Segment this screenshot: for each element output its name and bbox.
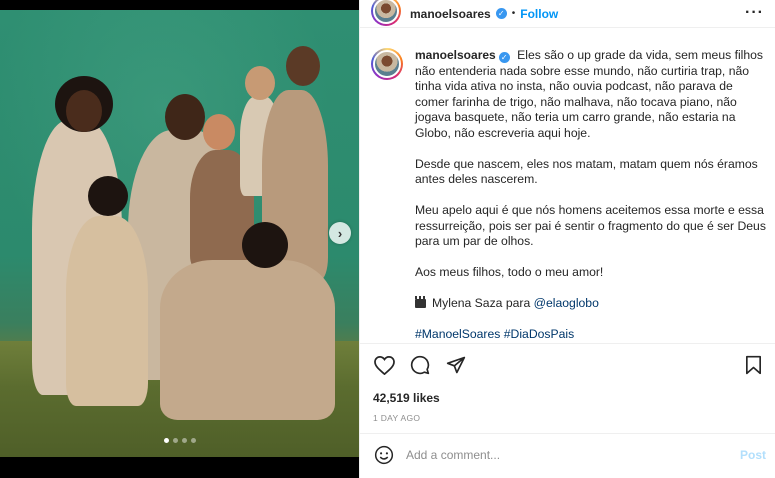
share-button[interactable]	[445, 354, 467, 376]
header-separator: •	[511, 8, 516, 19]
photo-credit: Mylena Saza para @elaoglobo	[415, 296, 770, 312]
post-header: manoelsoares ✓ • Follow ···	[360, 0, 775, 28]
comment-bar: Post	[360, 433, 775, 476]
emoji-icon	[374, 445, 394, 465]
verified-icon: ✓	[498, 52, 510, 64]
person-boy-front-hair	[88, 176, 128, 216]
action-icons	[373, 354, 467, 376]
avatar-image	[373, 0, 399, 24]
person-boy-front	[66, 216, 148, 406]
comment-icon	[410, 355, 430, 375]
caption-body: manoelsoares ✓ Eles são o up grade da vid…	[415, 48, 770, 343]
comment-input[interactable]	[406, 448, 736, 462]
emoji-button[interactable]	[373, 444, 395, 466]
clapperboard-icon	[415, 296, 426, 308]
carousel-dot	[182, 438, 187, 443]
save-button[interactable]	[742, 354, 764, 376]
verified-icon: ✓	[495, 8, 507, 19]
carousel-dot	[173, 438, 178, 443]
carousel-dot	[191, 438, 196, 443]
comment-button[interactable]	[409, 354, 431, 376]
author-username[interactable]: manoelsoares	[410, 7, 491, 21]
caption: manoelsoares ✓ Eles são o up grade da vid…	[371, 48, 771, 343]
person-teen-standing-face	[286, 46, 320, 86]
carousel-dot	[164, 438, 169, 443]
person-teen-sitting-hair	[242, 222, 288, 268]
caption-username[interactable]: manoelsoares	[415, 48, 496, 62]
caption-paragraph: Desde que nascem, eles nos matam, matam …	[415, 156, 758, 187]
chevron-right-icon: ›	[337, 225, 343, 241]
credit-link[interactable]: @elaoglobo	[534, 296, 599, 310]
post-timestamp[interactable]: 1 DAY AGO	[373, 413, 420, 423]
like-count[interactable]: 42,519 likes	[373, 391, 440, 405]
share-icon	[446, 356, 466, 374]
person-teen-sitting	[160, 260, 335, 420]
caption-paragraph: Aos meus filhos, todo o meu amor!	[415, 265, 604, 279]
heart-icon	[373, 355, 395, 375]
caption-avatar[interactable]	[371, 48, 403, 80]
post-side-panel: manoelsoares ✓ • Follow ··· manoelsoares…	[359, 0, 775, 478]
avatar-image	[373, 50, 401, 78]
person-toddler-face	[245, 66, 275, 100]
post-comment-button[interactable]: Post	[740, 448, 766, 462]
hashtags[interactable]: #ManoelSoares #DiaDosPais	[415, 327, 770, 343]
more-icon[interactable]: ···	[745, 4, 764, 22]
post-actions: 42,519 likes 1 DAY AGO Post	[360, 343, 775, 475]
post-photo[interactable]	[0, 10, 359, 457]
bookmark-icon	[745, 355, 761, 375]
person-child-middle-face	[203, 114, 235, 150]
person-mother-face	[66, 90, 102, 132]
like-button[interactable]	[373, 354, 395, 376]
follow-button[interactable]: Follow	[520, 7, 558, 21]
person-father-face	[165, 94, 205, 140]
carousel-next-button[interactable]: ›	[329, 222, 351, 244]
credit-text: Mylena Saza para	[432, 296, 531, 310]
caption-paragraph: Meu apelo aqui é que nós homens aceitemo…	[415, 203, 766, 248]
avatar[interactable]	[371, 0, 401, 26]
carousel-indicator	[164, 438, 196, 443]
instagram-post-modal: › manoelsoares ✓ • Follow ··· manoelsoar…	[0, 0, 775, 478]
post-media: ›	[0, 0, 359, 478]
